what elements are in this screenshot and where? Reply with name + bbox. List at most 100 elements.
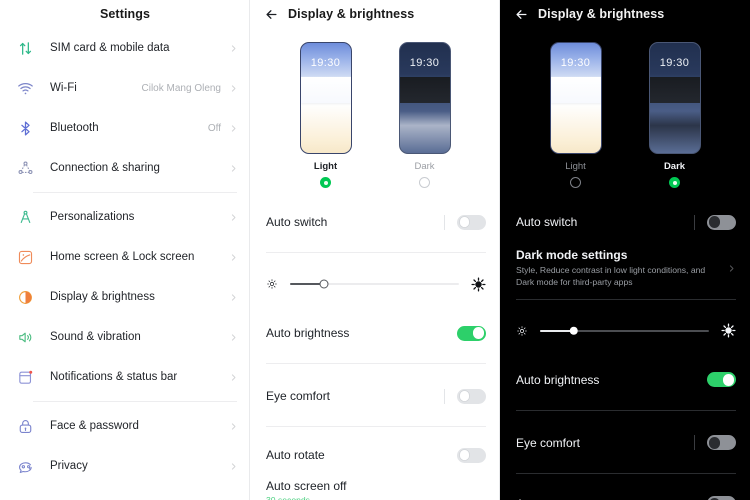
auto-brightness-toggle[interactable] (457, 325, 486, 341)
preview-clock: 19:30 (409, 57, 440, 70)
row-eye-comfort[interactable]: Eye comfort (500, 423, 750, 463)
auto-rotate-toggle[interactable] (457, 447, 486, 463)
row-separator (694, 214, 695, 230)
sim-card-icon (13, 36, 37, 60)
auto-rotate-toggle[interactable] (707, 496, 736, 500)
section-divider (516, 472, 736, 474)
sidebar-item-notifications-status-bar[interactable]: Notifications & status bar (0, 357, 250, 397)
dark-panel-mode-previews: 19:30 Light 19:30 Dark (500, 28, 750, 188)
personalizations-icon (13, 205, 37, 229)
light-panel-header: Display & brightness (250, 0, 500, 28)
mode-option-dark[interactable]: 19:30 Dark (640, 42, 710, 188)
sidebar-item-label: Personalizations (50, 211, 135, 223)
auto-switch-toggle[interactable] (707, 214, 736, 230)
radio-light-selected[interactable] (320, 177, 331, 188)
sidebar-item-label: Sound & vibration (50, 331, 141, 343)
page-title: Settings (99, 7, 151, 21)
privacy-icon (13, 454, 37, 478)
brightness-slider-row[interactable] (250, 267, 500, 301)
light-mode-preview-thumbnail: 19:30 (299, 42, 352, 154)
list-divider (33, 192, 237, 193)
chevron-right-icon (727, 264, 736, 273)
row-separator (694, 435, 695, 451)
sidebar-item-label: Display & brightness (50, 291, 155, 303)
section-divider (266, 426, 486, 427)
sidebar-item-privacy[interactable]: Privacy (0, 446, 250, 486)
eye-comfort-toggle[interactable] (457, 388, 486, 404)
auto-switch-label: Auto switch (516, 215, 578, 229)
brightness-high-icon (721, 323, 736, 338)
auto-switch-toggle[interactable] (457, 214, 486, 230)
dark-mode-preview-thumbnail: 19:30 (648, 42, 701, 154)
mode-option-light[interactable]: 19:30 Light (541, 42, 611, 188)
mode-label-light: Light (565, 161, 586, 172)
chevron-right-icon (229, 462, 238, 471)
brightness-knob[interactable] (319, 279, 329, 289)
row-auto-rotate[interactable]: Auto rotate (500, 484, 750, 500)
light-panel-mode-previews: 19:30 Light 19:30 Dark (250, 28, 500, 188)
eye-comfort-label: Eye comfort (266, 389, 331, 403)
auto-switch-label: Auto switch (266, 215, 328, 229)
sidebar-item-value: Off (207, 122, 221, 134)
sidebar-item-sim-card[interactable]: SIM card & mobile data (0, 28, 250, 68)
row-eye-comfort[interactable]: Eye comfort (250, 376, 500, 416)
brightness-slider-row[interactable] (500, 314, 750, 348)
sidebar-item-connection-sharing[interactable]: Connection & sharing (0, 148, 250, 188)
row-separator (444, 388, 445, 404)
brightness-track[interactable] (290, 279, 459, 289)
chevron-right-icon (229, 164, 238, 173)
brightness-track[interactable] (540, 326, 709, 336)
radio-dark-unselected[interactable] (419, 177, 430, 188)
sidebar-item-label: Notifications & status bar (50, 371, 178, 383)
preview-clock: 19:30 (310, 57, 341, 70)
light-mode-preview-thumbnail: 19:30 (549, 42, 602, 154)
display-brightness-dark-panel: Display & brightness 19:30 Light 19:30 D… (500, 0, 750, 500)
sidebar-item-home-lock-screen[interactable]: Home screen & Lock screen (0, 237, 250, 277)
sidebar-item-label: Bluetooth (50, 122, 99, 134)
auto-screen-off-value: 30 seconds (266, 495, 310, 500)
sidebar-item-label: Home screen & Lock screen (50, 251, 195, 263)
row-auto-rotate[interactable]: Auto rotate (250, 435, 500, 475)
screenshot-root: Settings SIM card & mobile data Wi-Fi Ci… (0, 0, 750, 500)
section-divider (516, 298, 736, 300)
display-brightness-light-panel: Display & brightness 19:30 Light 19:30 D… (250, 0, 500, 500)
row-dark-mode-settings[interactable]: Dark mode settings Style, Reduce contras… (500, 248, 750, 289)
display-brightness-icon (13, 285, 37, 309)
row-auto-switch[interactable]: Auto switch (250, 202, 500, 242)
preview-card (300, 77, 351, 104)
page-title: Display & brightness (538, 7, 665, 21)
sidebar-item-personalizations[interactable]: Personalizations (0, 197, 250, 237)
radio-light-unselected[interactable] (570, 177, 581, 188)
preview-card (550, 77, 601, 104)
section-divider (516, 409, 736, 411)
mode-label-dark: Dark (414, 161, 435, 172)
row-separator (444, 214, 445, 230)
row-auto-switch[interactable]: Auto switch (500, 202, 750, 242)
sidebar-item-display-brightness[interactable]: Display & brightness (0, 277, 250, 317)
sidebar-item-bluetooth[interactable]: Bluetooth Off (0, 108, 250, 148)
sidebar-item-sound-vibration[interactable]: Sound & vibration (0, 317, 250, 357)
back-arrow-icon[interactable] (508, 1, 534, 27)
back-arrow-icon[interactable] (258, 1, 284, 27)
mode-option-dark[interactable]: 19:30 Dark (390, 42, 460, 188)
chevron-right-icon (229, 213, 238, 222)
auto-screen-off-label: Auto screen off (266, 479, 347, 493)
row-auto-screen-off[interactable]: Auto screen off 30 seconds (250, 475, 500, 500)
chevron-right-icon (229, 44, 238, 53)
sidebar-item-face-password[interactable]: Face & password (0, 406, 250, 446)
row-auto-brightness[interactable]: Auto brightness (500, 360, 750, 400)
brightness-knob[interactable] (569, 326, 579, 336)
settings-list: SIM card & mobile data Wi-Fi Cilok Mang … (0, 28, 250, 486)
sidebar-item-label: Face & password (50, 420, 139, 432)
auto-brightness-toggle[interactable] (707, 372, 736, 388)
sidebar-item-label: Connection & sharing (50, 162, 160, 174)
eye-comfort-toggle[interactable] (707, 435, 736, 451)
mode-option-light[interactable]: 19:30 Light (291, 42, 361, 188)
chevron-right-icon (229, 293, 238, 302)
sidebar-item-value: Cilok Mang Oleng (141, 82, 221, 94)
preview-card (399, 77, 450, 104)
sidebar-item-wifi[interactable]: Wi-Fi Cilok Mang Oleng (0, 68, 250, 108)
chevron-right-icon (229, 333, 238, 342)
row-auto-brightness[interactable]: Auto brightness (250, 313, 500, 353)
radio-dark-selected[interactable] (669, 177, 680, 188)
